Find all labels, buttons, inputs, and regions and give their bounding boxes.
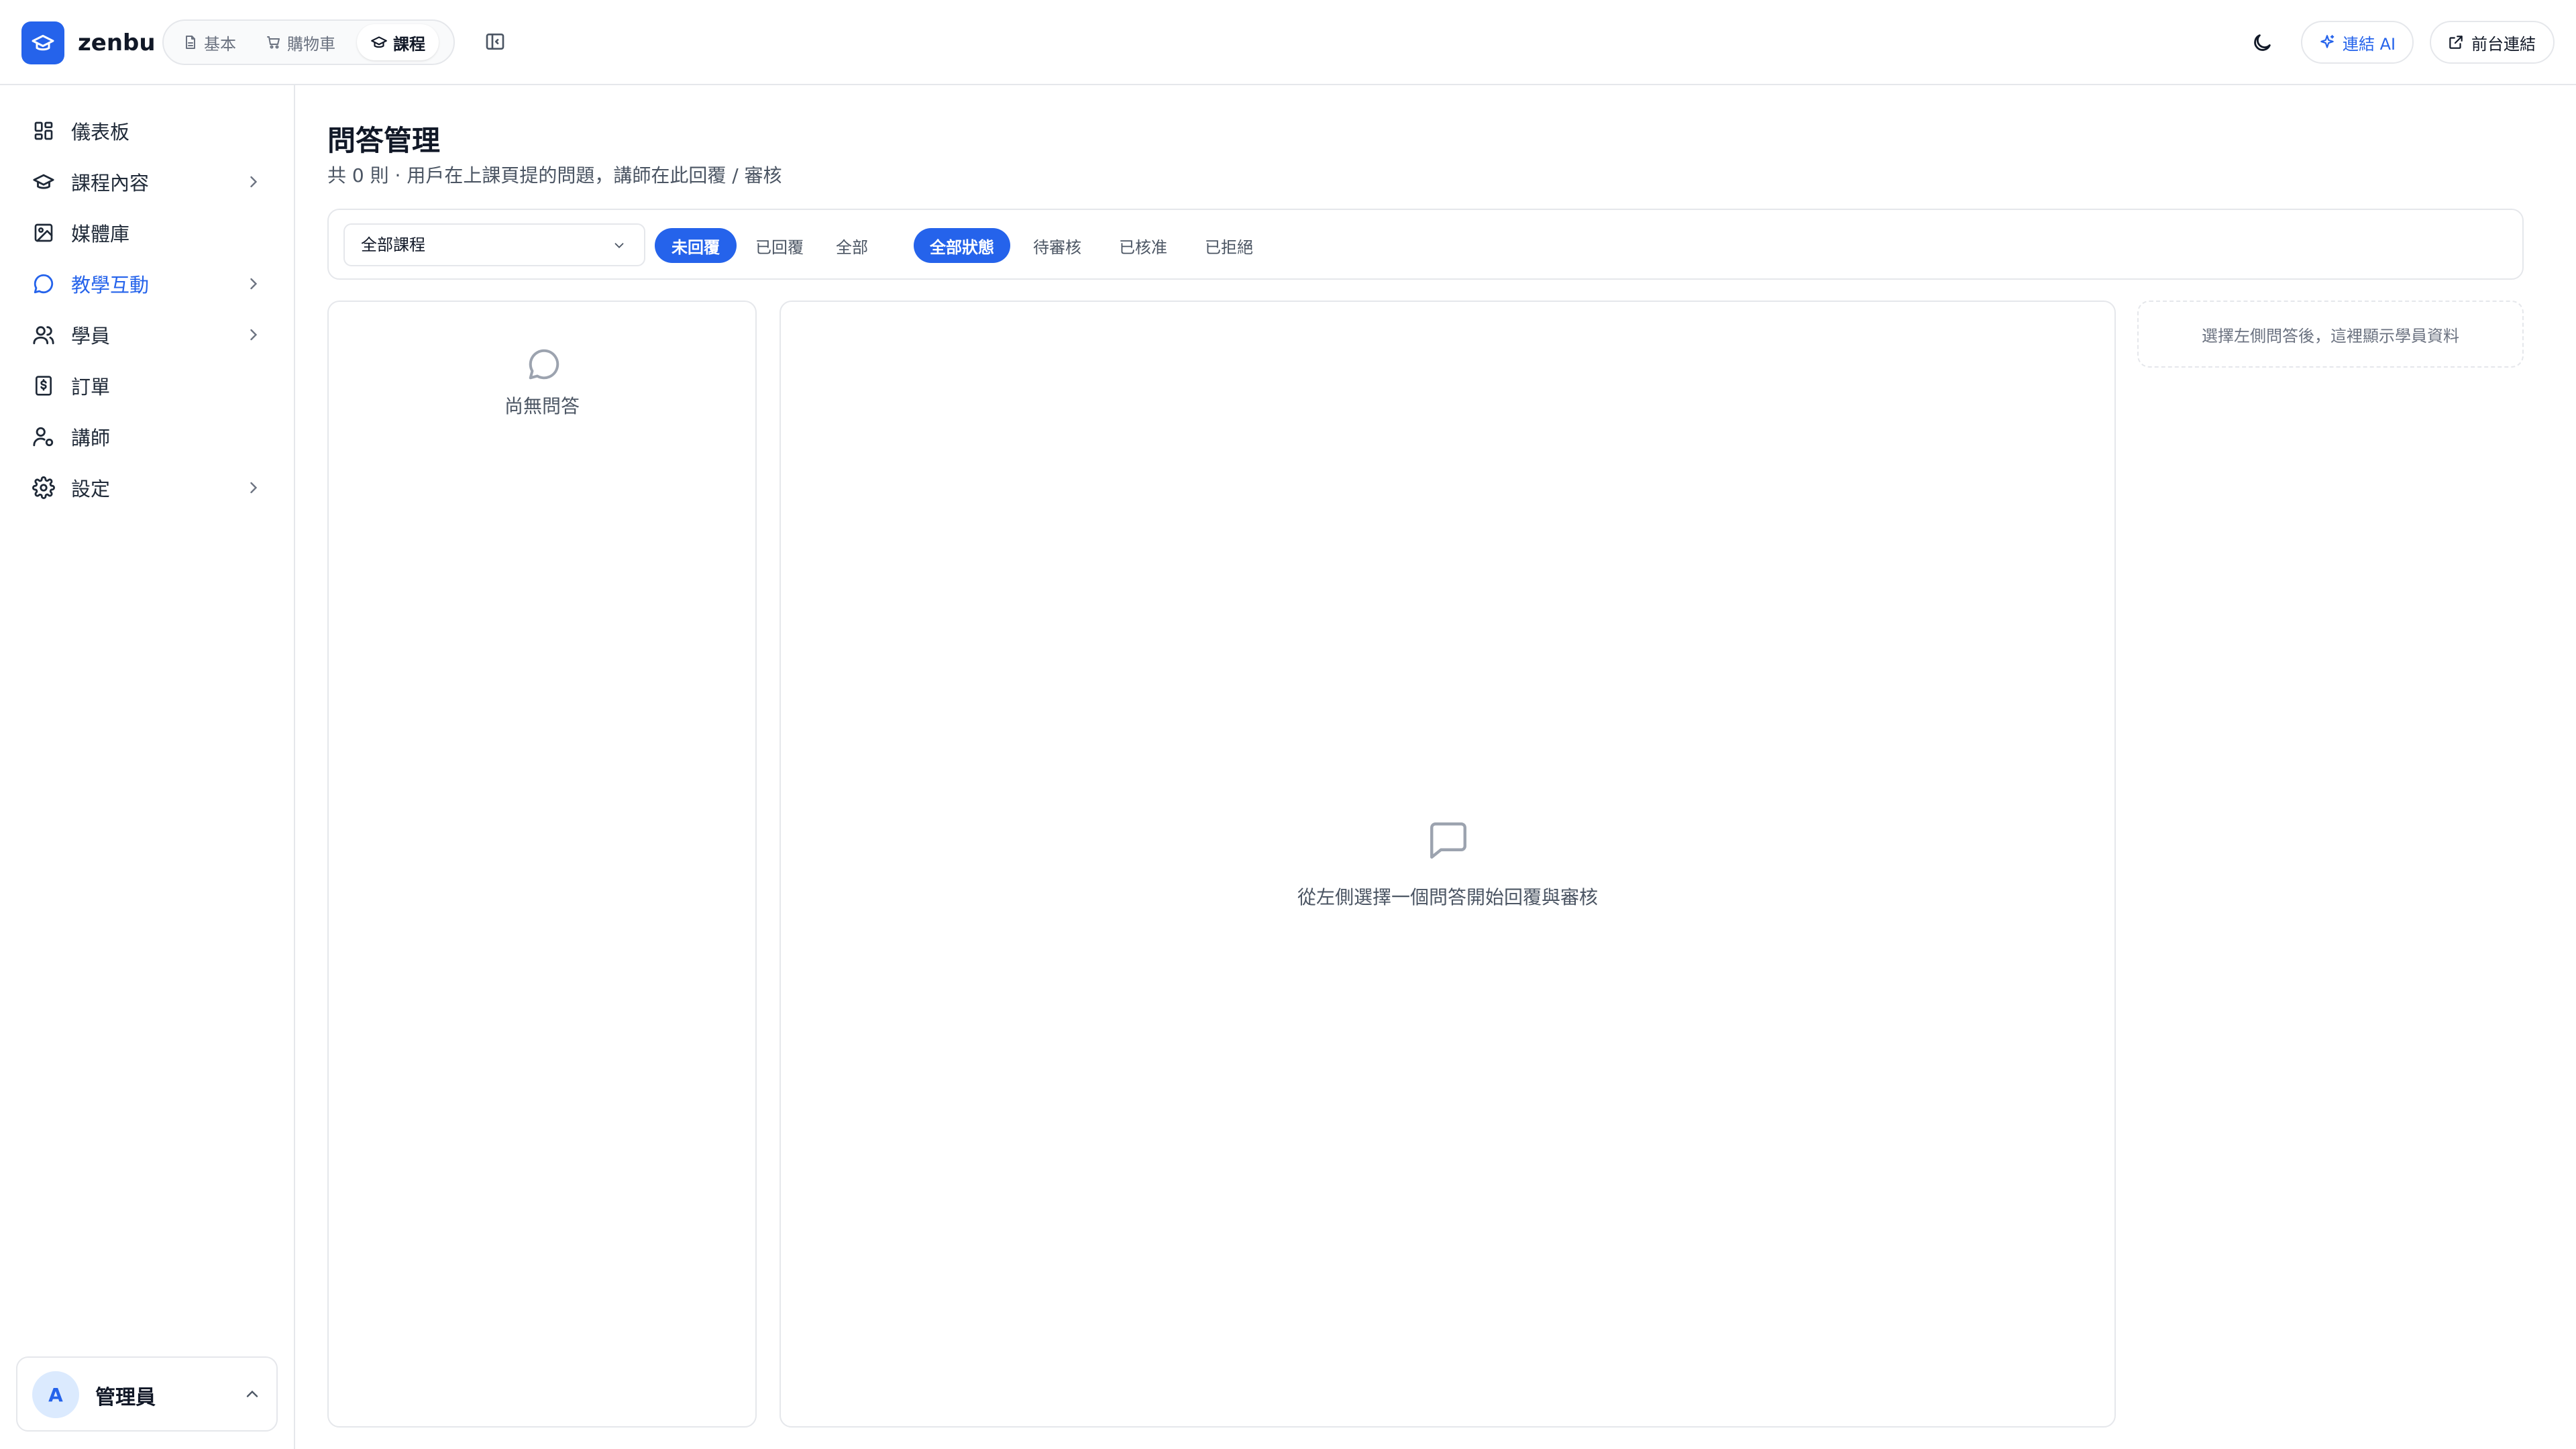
question-detail-panel: 從左側選擇一個問答開始回覆與審核 [780,301,2116,1428]
theme-toggle-button[interactable] [2247,28,2277,58]
sidebar-item-label: 訂單 [71,376,111,398]
graduation-cap-icon [371,36,387,48]
course-select-value: 全部課程 [361,235,425,254]
chevron-down-icon [614,243,624,249]
app-name: zenbu [78,30,156,56]
mode-cart-label: 購物車 [287,34,335,54]
page-subtitle: 共 0 則 · 用戶在上課頁提的問題，講師在此回覆 / 審核 [327,164,782,186]
sidebar: 儀表板 課程內容 媒體庫 教學互動 學員 訂單 講師 設定 A 管理員 [0,85,295,1449]
logo[interactable] [21,21,64,64]
user-name: 管理員 [95,1386,156,1409]
image-icon [34,223,53,242]
mode-cart-button[interactable]: 購物車 [252,24,349,60]
connect-ai-button[interactable]: 連結 AI [2301,21,2414,64]
sidebar-item-teaching-interaction[interactable]: 教學互動 [16,262,279,305]
sidebar-toggle-icon [486,34,504,50]
sidebar-toggle-button[interactable] [480,27,510,56]
mode-switch: 基本 購物車 課程 [162,19,455,65]
filter-rejected[interactable]: 已拒絕 [1191,228,1267,263]
sidebar-item-course-content[interactable]: 課程內容 [16,160,279,203]
chevron-right-icon [250,176,258,188]
file-icon [186,36,195,49]
question-list-panel: 尚無問答 [327,301,757,1428]
graduation-cap-icon [32,35,54,51]
chevron-right-icon [250,278,258,290]
front-link-button[interactable]: 前台連結 [2430,21,2555,64]
mode-course-label: 課程 [393,34,425,54]
sidebar-item-media-library[interactable]: 媒體庫 [16,211,279,254]
sidebar-item-students[interactable]: 學員 [16,313,279,356]
gear-icon [32,476,55,499]
mode-basic-button[interactable]: 基本 [169,24,250,60]
sparkle-icon [2320,35,2334,48]
users-icon [33,326,54,345]
sidebar-item-orders[interactable]: 訂單 [16,364,279,407]
external-link-icon [2449,36,2463,49]
student-info-placeholder: 選擇左側問答後，這裡顯示學員資料 [2137,301,2524,368]
page-title: 問答管理 [327,124,441,157]
sidebar-item-label: 講師 [71,427,111,449]
moon-icon [2254,34,2271,51]
filter-approved[interactable]: 已核准 [1106,228,1181,263]
receipt-dollar-icon [36,376,52,396]
sidebar-item-label: 教學互動 [71,274,150,297]
sidebar-item-dashboard[interactable]: 儀表板 [16,109,279,152]
message-square-icon [1430,822,1466,859]
user-gear-icon [33,427,54,447]
filter-bar: 全部課程 未回覆 已回覆 全部 全部狀態 待審核 已核准 已拒絕 [327,209,2524,280]
user-menu[interactable]: A 管理員 [16,1356,278,1432]
sidebar-item-label: 學員 [71,325,111,347]
sidebar-item-label: 媒體庫 [71,223,130,246]
filter-all-reply[interactable]: 全部 [822,228,881,263]
sidebar-item-label: 設定 [71,478,111,500]
mode-course-button[interactable]: 課程 [357,24,439,60]
chevron-up-icon [246,1390,258,1397]
filter-unreplied[interactable]: 未回覆 [655,228,737,263]
connect-ai-label: 連結 AI [2343,34,2396,54]
list-empty-text: 尚無問答 [504,395,580,417]
sidebar-item-instructors[interactable]: 講師 [16,415,279,458]
dashboard-grid-icon [34,121,53,140]
filter-pending[interactable]: 待審核 [1020,228,1095,263]
sidebar-item-label: 儀表板 [71,121,130,144]
cart-icon [267,36,280,49]
sidebar-item-settings[interactable]: 設定 [16,466,279,509]
front-link-label: 前台連結 [2471,34,2536,54]
avatar: A [32,1371,79,1418]
course-select[interactable]: 全部課程 [343,223,645,266]
chat-bubble-icon [529,349,559,380]
sidebar-item-label: 課程內容 [71,172,150,195]
chat-bubble-icon [34,274,54,294]
chevron-right-icon [250,329,258,341]
filter-replied[interactable]: 已回覆 [746,228,813,263]
filter-all-status[interactable]: 全部狀態 [914,228,1010,263]
top-bar: zenbu 基本 購物車 課程 連結 AI 前台連結 [0,0,2576,85]
graduation-cap-icon [33,174,54,189]
chevron-right-icon [250,482,258,494]
detail-empty-text: 從左側選擇一個問答開始回覆與審核 [1297,886,1598,908]
mode-basic-label: 基本 [204,34,236,54]
